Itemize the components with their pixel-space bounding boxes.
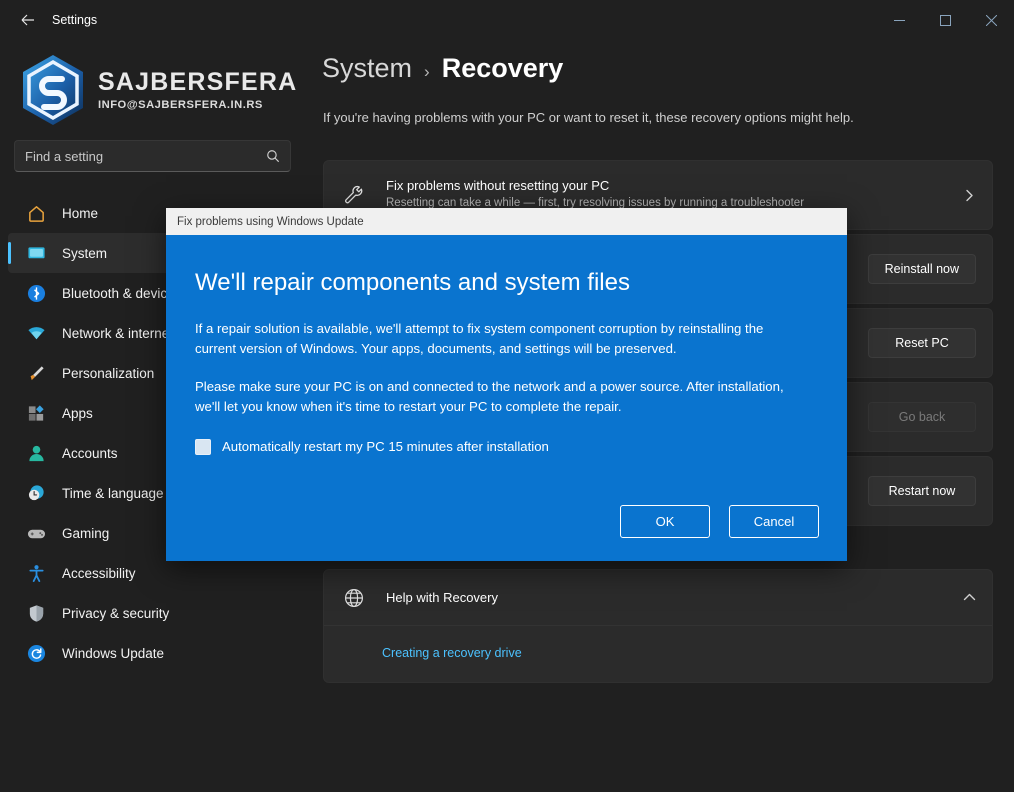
sidebar-item-label: Accessibility: [62, 566, 136, 581]
minimize-icon: [894, 15, 905, 26]
back-button[interactable]: [8, 4, 48, 36]
dialog-titlebar: Fix problems using Windows Update: [166, 208, 847, 235]
sidebar-item-label: Network & internet: [62, 326, 173, 341]
row-title: Help with Recovery: [386, 590, 951, 605]
reset-pc-button[interactable]: Reset PC: [868, 328, 976, 358]
ok-button[interactable]: OK: [620, 505, 710, 538]
sidebar-item-label: Bluetooth & devices: [62, 286, 181, 301]
brand-logo-block: SAJBERSFERA INFO@SAJBERSFERA.IN.RS: [14, 46, 304, 134]
shield-icon: [24, 602, 48, 624]
apps-grid-icon: [24, 402, 48, 424]
brand-name: SAJBERSFERA: [98, 69, 297, 95]
person-icon: [24, 442, 48, 464]
sidebar-item-label: Privacy & security: [62, 606, 169, 621]
clock-globe-icon: [24, 482, 48, 504]
row-text: Help with Recovery: [386, 590, 963, 605]
page-description: If you're having problems with your PC o…: [323, 110, 854, 125]
chevron-right-icon[interactable]: [963, 189, 976, 202]
close-button[interactable]: [968, 0, 1014, 40]
dialog-paragraph-2: Please make sure your PC is on and conne…: [195, 377, 785, 417]
page-title: Recovery: [442, 53, 564, 84]
sidebar-item-label: Gaming: [62, 526, 109, 541]
search-box[interactable]: [14, 140, 291, 172]
brand-text: SAJBERSFERA INFO@SAJBERSFERA.IN.RS: [98, 69, 297, 110]
window-controls: [876, 0, 1014, 40]
support-links: Creating a recovery drive: [324, 626, 992, 682]
row-text: Fix problems without resetting your PC R…: [386, 178, 963, 212]
related-support-card: Help with Recovery Creating a recovery d…: [323, 569, 993, 683]
repair-components-dialog: Fix problems using Windows Update We'll …: [166, 208, 847, 561]
dialog-title: Fix problems using Windows Update: [177, 216, 364, 228]
brand-email: INFO@SAJBERSFERA.IN.RS: [98, 99, 297, 111]
close-icon: [986, 15, 997, 26]
maximize-button[interactable]: [922, 0, 968, 40]
auto-restart-checkbox-row[interactable]: Automatically restart my PC 15 minutes a…: [195, 439, 813, 455]
dialog-paragraph-1: If a repair solution is available, we'll…: [195, 319, 785, 359]
sidebar-item-privacy-security[interactable]: Privacy & security: [8, 593, 312, 633]
chevron-up-icon[interactable]: [963, 591, 976, 604]
system-monitor-icon: [24, 242, 48, 264]
wifi-icon: [24, 322, 48, 344]
sidebar-item-label: Personalization: [62, 366, 154, 381]
sidebar-item-label: Time & language: [62, 486, 164, 501]
app-title: Settings: [52, 13, 97, 27]
search-icon: [266, 149, 280, 163]
cancel-button[interactable]: Cancel: [729, 505, 819, 538]
auto-restart-checkbox-label: Automatically restart my PC 15 minutes a…: [222, 439, 549, 454]
window-titlebar: Settings: [0, 0, 1014, 40]
dialog-heading: We'll repair components and system files: [195, 269, 813, 297]
search-input[interactable]: [25, 149, 266, 164]
link-creating-a-recovery-drive[interactable]: Creating a recovery drive: [382, 646, 522, 660]
home-icon: [24, 202, 48, 224]
sidebar-item-windows-update[interactable]: Windows Update: [8, 633, 312, 673]
help-with-recovery-header[interactable]: Help with Recovery: [324, 570, 992, 626]
sidebar-item-label: Home: [62, 206, 98, 221]
row-title: Fix problems without resetting your PC: [386, 178, 951, 193]
dialog-actions: OK Cancel: [620, 505, 819, 538]
sidebar-item-label: Windows Update: [62, 646, 164, 661]
gamepad-icon: [24, 522, 48, 544]
update-refresh-icon: [24, 642, 48, 664]
bluetooth-icon: [24, 282, 48, 304]
auto-restart-checkbox[interactable]: [195, 439, 211, 455]
sidebar-item-label: Apps: [62, 406, 93, 421]
accessibility-person-icon: [24, 562, 48, 584]
go-back-button[interactable]: Go back: [868, 402, 976, 432]
breadcrumb-parent[interactable]: System: [322, 53, 412, 84]
sidebar-item-label: Accounts: [62, 446, 118, 461]
sajbersfera-logo-icon: [14, 50, 92, 130]
settings-window: Settings: [0, 0, 1014, 792]
globe-icon: [340, 587, 368, 609]
restart-now-button[interactable]: Restart now: [868, 476, 976, 506]
sidebar-item-label: System: [62, 246, 107, 261]
chevron-right-icon: ›: [424, 62, 430, 82]
minimize-button[interactable]: [876, 0, 922, 40]
dialog-body: We'll repair components and system files…: [166, 235, 847, 561]
breadcrumb: System › Recovery: [322, 53, 563, 84]
maximize-icon: [940, 15, 951, 26]
reinstall-now-button[interactable]: Reinstall now: [868, 254, 976, 284]
paintbrush-icon: [24, 362, 48, 384]
back-arrow-icon: [20, 12, 36, 28]
wrench-icon: [340, 184, 368, 206]
